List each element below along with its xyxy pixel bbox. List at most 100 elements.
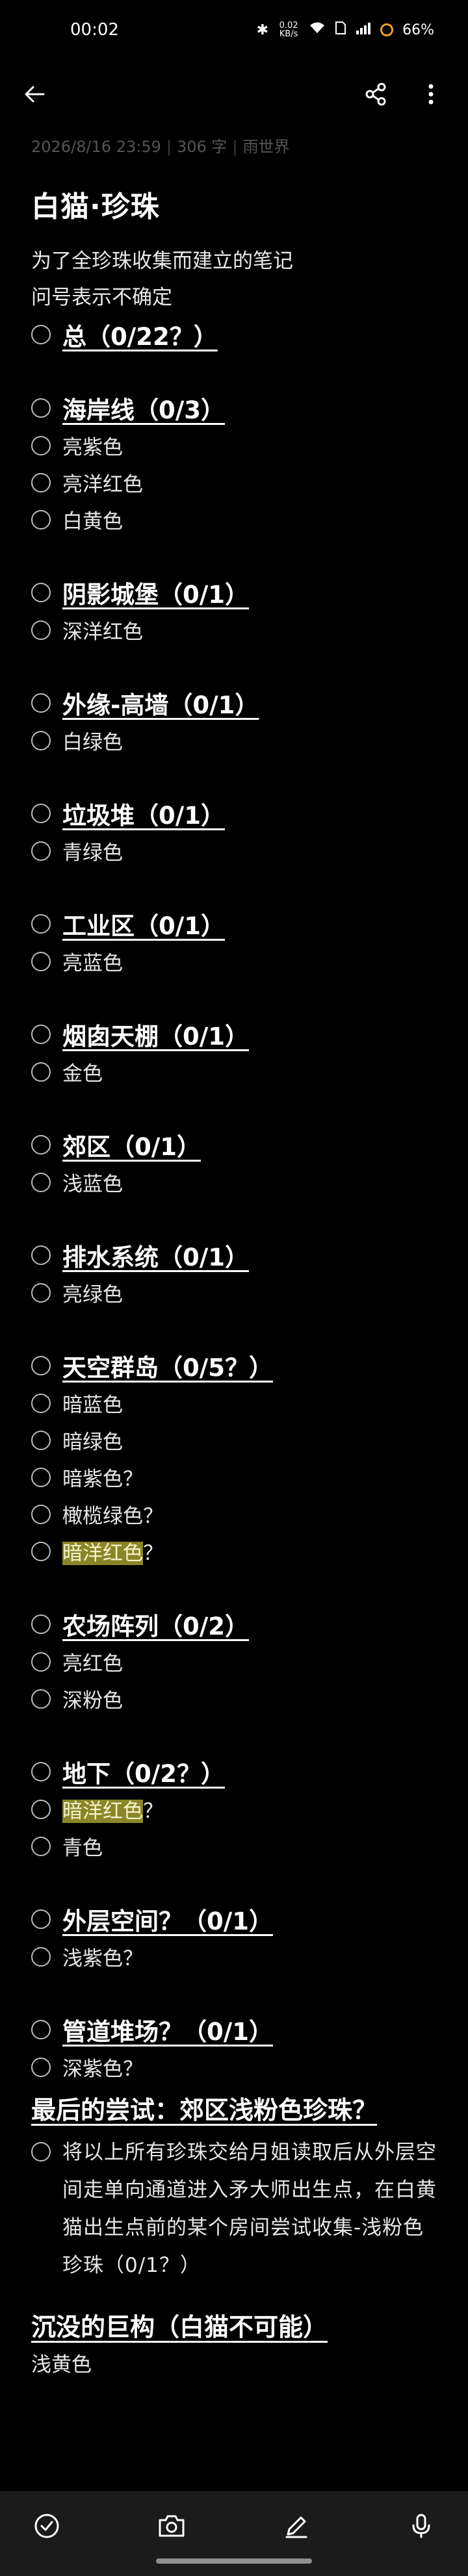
section-heading-row: 烟囱天棚（0/1） (31, 1015, 441, 1053)
checklist-item-text: 橄榄绿色？ (62, 1499, 163, 1529)
checklist-item: 暗洋红色？ (31, 1791, 441, 1828)
checklist-item: 青绿色 (31, 832, 441, 869)
section-heading-row: 工业区（0/1） (31, 905, 441, 943)
pen-icon[interactable] (278, 2508, 315, 2544)
checklist-item-text: 暗绿色 (62, 1425, 123, 1455)
checkbox-circle[interactable] (31, 1062, 51, 1082)
intro-line: 问号表示不确定 (31, 286, 172, 309)
checkbox-circle[interactable] (31, 1025, 51, 1044)
checklist-item-text: 暗紫色？ (62, 1462, 143, 1492)
mic-icon[interactable] (403, 2508, 439, 2544)
status-icons: ✱ 0.02 KB/s 66% (257, 21, 434, 39)
checkbox-circle[interactable] (31, 730, 51, 750)
home-indicator[interactable] (156, 2558, 312, 2564)
item-label: ？ (143, 1542, 163, 1565)
checkbox-circle[interactable] (31, 804, 51, 823)
checkbox-circle[interactable] (31, 435, 51, 455)
checklist-item-text: 白绿色 (62, 726, 123, 755)
section-heading: 阴影城堡（0/1） (62, 581, 250, 609)
share-icon[interactable] (359, 77, 394, 112)
checklist-item-text: 亮绿色 (62, 1278, 123, 1307)
item-label: 青色 (62, 1837, 103, 1860)
checkbox-circle[interactable] (31, 1614, 51, 1634)
checklist-item-text: 深洋红色 (62, 615, 143, 644)
checklist-item-text: 暗洋红色？ (62, 1794, 163, 1824)
item-label: 橄榄绿色？ (62, 1505, 163, 1528)
checklist-item: 浅蓝色 (31, 1164, 441, 1201)
checkbox-circle[interactable] (31, 1909, 51, 1929)
item-label: 白绿色 (62, 731, 123, 754)
section-heading: 垃圾堆（0/1） (62, 802, 226, 830)
camera-icon[interactable] (153, 2508, 190, 2544)
item-label: 深粉色 (62, 1689, 123, 1713)
checkbox-circle[interactable] (31, 693, 51, 713)
checkbox-circle[interactable] (31, 398, 51, 418)
checklist-item: 暗蓝色 (31, 1384, 441, 1422)
section-heading-row: 垃圾堆（0/1） (31, 795, 441, 832)
checkbox-circle[interactable] (31, 1135, 51, 1154)
item-label: 亮绿色 (62, 1283, 123, 1307)
checkbox-circle[interactable] (31, 1541, 51, 1561)
battery-icon (380, 23, 394, 36)
checkbox-circle[interactable] (31, 951, 51, 971)
checkbox-circle[interactable] (31, 1467, 51, 1487)
checklist-item: 浅紫色？ (31, 1938, 441, 1975)
checkbox-circle[interactable] (31, 1836, 51, 1856)
checklist-item-text: 白黄色 (62, 505, 123, 534)
battery-level: 66% (402, 21, 434, 38)
checklist-item-text: 亮紫色 (62, 431, 123, 460)
highlighted-text: 暗洋红色 (62, 1542, 143, 1565)
checklist-item-text: 暗蓝色 (62, 1388, 123, 1418)
more-vert-icon[interactable] (413, 77, 448, 112)
checklist-item: 亮红色 (31, 1643, 441, 1680)
item-label: 暗紫色？ (62, 1468, 143, 1491)
checklist-item-text: 亮洋红色 (62, 468, 143, 497)
checklist-item: 暗紫色？ (31, 1459, 441, 1496)
checkbox-circle[interactable] (31, 325, 51, 344)
checklist-item-text: 金色 (62, 1057, 103, 1086)
checkbox-circle[interactable] (31, 1393, 51, 1413)
checkbox-circle[interactable] (31, 1172, 51, 1192)
section-heading: 烟囱天棚（0/1） (62, 1023, 250, 1051)
checkbox-circle[interactable] (31, 1689, 51, 1709)
checklist-item-text: 浅蓝色 (62, 1167, 123, 1197)
checkbox-circle[interactable] (31, 1762, 51, 1781)
checkbox-circle[interactable] (31, 841, 51, 861)
checkbox-circle[interactable] (31, 509, 51, 529)
checkbox-circle[interactable] (31, 1504, 51, 1524)
sim-card-icon (335, 21, 346, 39)
checkbox-circle[interactable] (31, 914, 51, 934)
checkbox-circle[interactable] (31, 1430, 51, 1450)
note-body[interactable]: 为了全珍珠收集而建立的笔记 问号表示不确定 总（0/22？） 海岸线（0/3） 亮紫… (31, 243, 441, 2383)
checklist-icon[interactable] (29, 2508, 65, 2544)
checkbox-circle[interactable] (31, 1356, 51, 1375)
checkbox-circle[interactable] (31, 620, 51, 640)
checkbox-circle[interactable] (31, 1946, 51, 1967)
bluetooth-icon: ✱ (256, 21, 269, 38)
checkbox-circle[interactable] (31, 2020, 51, 2039)
checkbox-circle[interactable] (31, 2142, 51, 2162)
checklist-item: 亮洋红色 (31, 464, 441, 501)
checkbox-circle[interactable] (31, 472, 51, 492)
final-attempt-text: 将以上所有珍珠交给月姐读取后从外层空间走单向通道进入矛大师出生点，在白黄猫出生点… (62, 2141, 437, 2277)
note-title[interactable]: 白猫·珍珠 (31, 183, 160, 225)
section-heading: 郊区（0/1） (62, 1133, 202, 1161)
checklist-item-text: 青色 (62, 1831, 103, 1861)
checklist-sections: 总（0/22？） 海岸线（0/3） 亮紫色 亮洋红色 白黄色 阴影城堡（0/1） 深洋红色外… (31, 316, 441, 2085)
checkbox-circle[interactable] (31, 1282, 51, 1303)
checkbox-circle[interactable] (31, 2057, 51, 2077)
checkbox-circle[interactable] (31, 1651, 51, 1672)
checkbox-circle[interactable] (31, 583, 51, 602)
highlighted-text: 暗洋红色 (62, 1800, 143, 1823)
checkbox-circle[interactable] (31, 1799, 51, 1819)
back-arrow-icon[interactable] (17, 77, 52, 112)
note-folder[interactable]: 雨世界 (242, 138, 289, 156)
checkbox-circle[interactable] (31, 1245, 51, 1265)
section-heading-row: 外层空间？（0/1） (31, 1900, 441, 1938)
